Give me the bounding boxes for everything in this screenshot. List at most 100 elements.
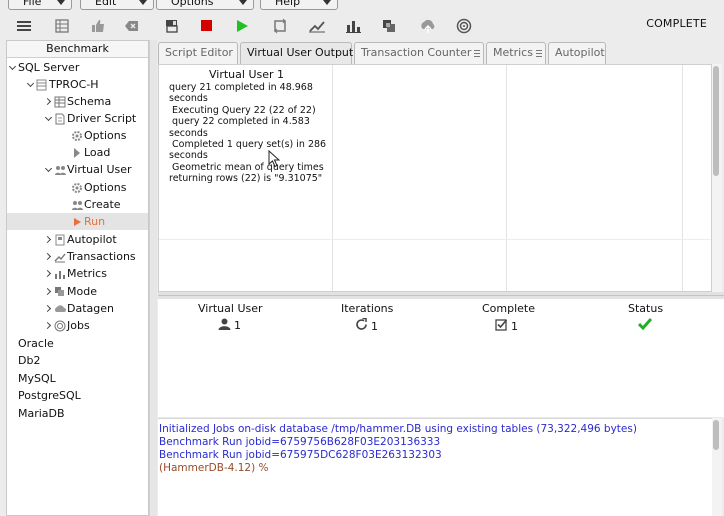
tree-node-label: Options [84, 181, 127, 194]
tree-node-label: Datagen [67, 302, 114, 315]
column-header-complete: Complete [482, 302, 536, 315]
document-icon [54, 113, 66, 125]
console-output[interactable]: Initialized Jobs on-disk database /tmp/h… [158, 418, 712, 516]
vu-grid-column [507, 65, 683, 291]
scrollbar-thumb[interactable] [713, 66, 719, 176]
mode-icon [54, 286, 66, 298]
tree-node-autopilot[interactable]: Autopilot [44, 231, 117, 248]
console-line: Benchmark Run jobid=675975DC628F03E26313… [159, 449, 442, 461]
tree-node-label: Schema [67, 95, 112, 108]
loop-icon[interactable] [268, 14, 292, 38]
datagen-icon [54, 303, 66, 315]
expand-arrow-icon[interactable] [44, 166, 53, 175]
tree-node-label: Mode [67, 285, 97, 298]
virtual-user-title: Virtual User 1 [209, 68, 285, 81]
tree-node-mysql[interactable]: MySQL [18, 370, 56, 387]
tree-node-mode[interactable]: Mode [44, 283, 97, 300]
scrollbar-thumb[interactable] [713, 420, 719, 450]
pane-splitter[interactable] [158, 292, 724, 299]
tree-node-create[interactable]: Create [71, 196, 121, 213]
tab-transaction-counter[interactable]: Transaction Counter [354, 42, 484, 64]
tree-node-label: Options [84, 129, 127, 142]
tree-node-label: Driver Script [67, 112, 137, 125]
tree-node-schema[interactable]: Schema [44, 93, 111, 110]
detach-grip-icon[interactable] [535, 49, 542, 57]
tree-node-run[interactable]: Run [7, 213, 148, 230]
chevron-down-icon [139, 0, 147, 5]
expand-arrow-icon[interactable] [8, 64, 17, 73]
stop-icon[interactable] [195, 14, 219, 38]
tab-script-editor[interactable]: Script Editor [158, 42, 238, 64]
thumbs-up-icon[interactable] [86, 14, 110, 38]
tree-node-driver-script[interactable]: Driver Script [44, 110, 136, 127]
expand-arrow-icon[interactable] [44, 253, 53, 262]
menu-edit-label: Edit [95, 0, 117, 8]
tree-node-transactions[interactable]: Transactions [44, 248, 136, 265]
cell-virtual-user: 1 [218, 318, 241, 333]
expand-arrow-icon[interactable] [44, 270, 53, 279]
tree-node-label: Jobs [67, 319, 90, 332]
tab-autopilot[interactable]: Autopilot [548, 42, 606, 64]
tree-node-jobs[interactable]: Jobs [44, 317, 90, 334]
tab-metrics[interactable]: Metrics [486, 42, 546, 64]
user-icon [218, 318, 231, 333]
console-line: Initialized Jobs on-disk database /tmp/h… [159, 423, 637, 435]
tree-node-metrics[interactable]: Metrics [44, 265, 107, 282]
menu-help[interactable]: Help [260, 0, 338, 10]
cell-iterations: 1 [355, 317, 378, 334]
menu-file[interactable]: File [8, 0, 72, 10]
tree-node-label: SQL Server [18, 61, 80, 74]
line-chart-icon[interactable] [305, 14, 329, 38]
tree-splitter[interactable] [149, 40, 157, 516]
expand-arrow-icon[interactable] [44, 305, 53, 314]
tree-node-postgresql[interactable]: PostgreSQL [18, 387, 81, 404]
menu-file-label: File [23, 0, 42, 8]
tab-virtual-user-output[interactable]: Virtual User Output [240, 42, 353, 64]
tree-node-label: MySQL [18, 372, 56, 385]
tree-node-oracle[interactable]: Oracle [18, 335, 54, 352]
vu-output-scrollbar[interactable] [712, 64, 722, 292]
vu-grid-column [333, 65, 507, 291]
hamburger-menu-icon[interactable] [12, 14, 36, 38]
schema-icon [54, 96, 66, 108]
tree-node-label: Autopilot [67, 233, 117, 246]
tree-node-driver-options[interactable]: Options [71, 127, 126, 144]
upload-icon[interactable] [416, 14, 440, 38]
tree-node-tproc-h[interactable]: TPROC-H [26, 76, 99, 93]
detach-grip-icon[interactable] [474, 49, 481, 57]
expand-arrow-icon[interactable] [44, 236, 53, 245]
metrics-icon [54, 268, 66, 280]
virtual-user-table: Virtual User Iterations Complete Status … [158, 299, 724, 417]
clear-icon[interactable] [120, 14, 144, 38]
menu-options-label: Options [171, 0, 214, 8]
tree-node-sql-server[interactable]: SQL Server [8, 59, 79, 76]
iterations-count: 1 [371, 319, 378, 333]
column-header-iterations: Iterations [341, 302, 394, 315]
script-icon[interactable] [160, 14, 184, 38]
users-icon [54, 164, 66, 176]
expand-arrow-icon[interactable] [44, 115, 53, 124]
refresh-icon [355, 317, 368, 334]
target-icon[interactable] [452, 14, 476, 38]
menu-edit[interactable]: Edit [80, 0, 154, 10]
expand-arrow-icon[interactable] [44, 98, 53, 107]
tree-node-load[interactable]: Load [71, 144, 110, 161]
expand-arrow-icon[interactable] [44, 322, 53, 331]
bar-chart-icon[interactable] [341, 14, 365, 38]
run-icon[interactable] [230, 14, 254, 38]
menubar: File Edit Options Help [0, 0, 724, 12]
chevron-down-icon [323, 0, 331, 5]
menu-help-label: Help [275, 0, 301, 8]
stack-icon[interactable] [377, 14, 401, 38]
menu-options[interactable]: Options [156, 0, 254, 10]
tree-node-virtual-user[interactable]: Virtual User [44, 161, 132, 178]
grid-icon[interactable] [50, 14, 74, 38]
tree-node-db2[interactable]: Db2 [18, 352, 40, 369]
console-scrollbar[interactable] [712, 418, 722, 516]
expand-arrow-icon[interactable] [44, 288, 53, 297]
tree-node-vu-options[interactable]: Options [71, 179, 126, 196]
tree-node-mariadb[interactable]: MariaDB [18, 405, 65, 422]
tree-header: Benchmark [7, 41, 148, 58]
tree-node-datagen[interactable]: Datagen [44, 300, 114, 317]
expand-arrow-icon[interactable] [26, 81, 35, 90]
